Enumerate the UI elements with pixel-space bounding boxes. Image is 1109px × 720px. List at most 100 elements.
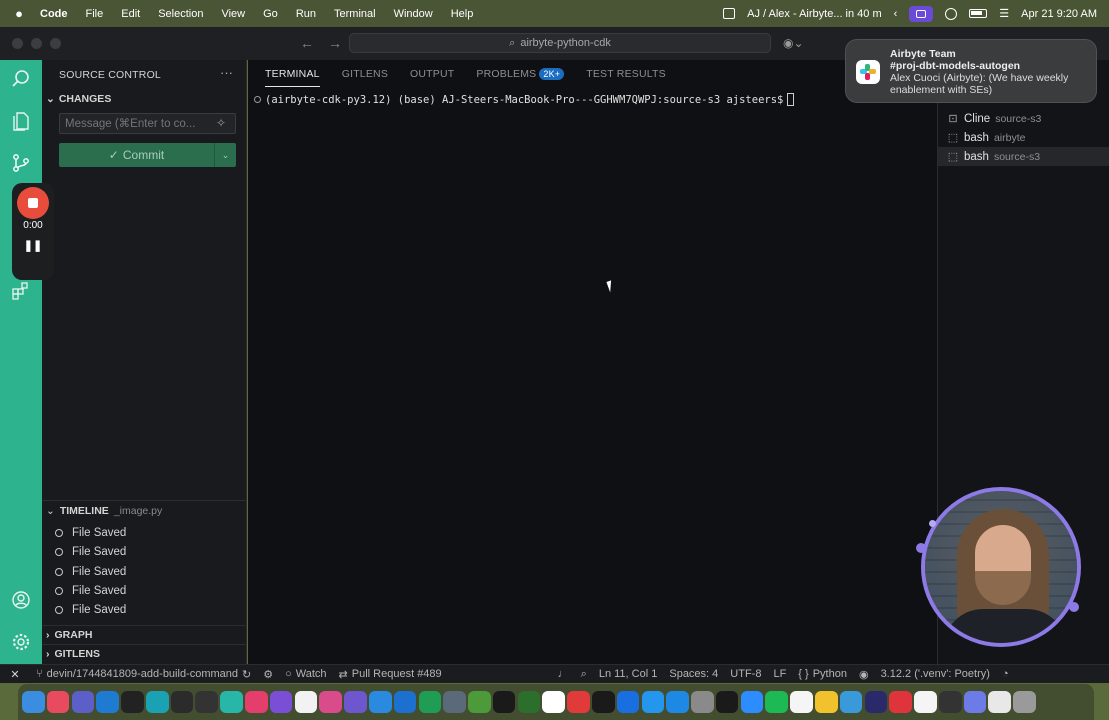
terminal-item-bash-airbyte[interactable]: ⬚ bash airbyte	[938, 128, 1109, 147]
zoom-window-button[interactable]	[50, 38, 61, 49]
dock-teams-icon[interactable]	[71, 690, 95, 714]
dock-console-icon[interactable]	[492, 690, 516, 714]
dock-calendar2-icon[interactable]	[790, 690, 813, 714]
branch-status[interactable]: ⑂ devin/1744841809-add-build-command ↻	[30, 668, 257, 681]
chevron-left-icon[interactable]: ‹	[894, 8, 898, 20]
slack-notification[interactable]: Airbyte Team #proj-dbt-models-autogen Al…	[845, 39, 1097, 103]
more-actions-icon[interactable]: ···	[220, 65, 233, 80]
apple-icon[interactable]: ●	[0, 6, 38, 21]
dock-github-icon[interactable]	[914, 690, 937, 714]
changes-section-header[interactable]: ⌄ CHANGES	[46, 93, 111, 105]
menu-run[interactable]: Run	[287, 8, 325, 20]
dock-terminal-alt-icon[interactable]	[170, 690, 194, 714]
menu-go[interactable]: Go	[254, 8, 287, 20]
settings-gear-icon[interactable]	[9, 630, 33, 654]
tab-test-results[interactable]: TEST RESULTS	[575, 60, 677, 88]
dock-chatgpt-icon[interactable]	[121, 690, 144, 714]
timeline-item[interactable]: File Saved	[55, 542, 126, 561]
menu-window[interactable]: Window	[385, 8, 442, 20]
sync-icon[interactable]: ↻	[242, 668, 251, 681]
dock-sheets-icon[interactable]	[418, 690, 442, 714]
github-actions-icon[interactable]: ⚙	[257, 668, 279, 681]
watch-status[interactable]: ○ Watch	[279, 668, 332, 680]
dock-arc-icon[interactable]	[220, 690, 243, 714]
dock-obs-icon[interactable]	[938, 690, 962, 714]
terminal-prompt-line[interactable]: (airbyte-cdk-py3.12) (base) AJ-Steers-Ma…	[254, 93, 795, 106]
screen-record-icon[interactable]	[909, 5, 934, 22]
calendar-event[interactable]: AJ / Alex - Airbyte... in 40 m	[747, 8, 882, 20]
webcam-resize-handle[interactable]	[929, 520, 936, 527]
python-interpreter[interactable]: 3.12.2 ('.venv': Poetry)	[875, 668, 996, 680]
dock-xcode-icon[interactable]	[368, 690, 392, 714]
stop-recording-button[interactable]	[17, 187, 49, 219]
dock-files-icon[interactable]	[839, 690, 863, 714]
line-ending[interactable]: LF	[767, 668, 792, 680]
timeline-item[interactable]: File Saved	[55, 581, 126, 600]
dock-zoom-icon[interactable]	[740, 690, 764, 714]
menu-file[interactable]: File	[77, 8, 113, 20]
copilot-status-icon[interactable]: ◉	[853, 668, 875, 681]
dock-obsidian-icon[interactable]	[269, 690, 293, 714]
dock-vim-icon[interactable]	[517, 690, 541, 714]
search-icon[interactable]	[9, 67, 33, 91]
commit-dropdown-icon[interactable]: ⌄	[214, 143, 236, 167]
dock-notion-icon[interactable]	[542, 690, 565, 714]
tab-problems[interactable]: PROBLEMS 2K+	[465, 60, 575, 88]
dock-screenshot-icon[interactable]	[963, 690, 987, 714]
menu-view[interactable]: View	[212, 8, 254, 20]
clock[interactable]: Apr 21 9:20 AM	[1021, 8, 1097, 20]
language-mode[interactable]: { } Python	[792, 668, 853, 680]
menu-terminal[interactable]: Terminal	[325, 8, 385, 20]
extensions-icon[interactable]	[9, 279, 33, 303]
pause-recording-button[interactable]: ❚❚	[12, 239, 54, 252]
battery-icon[interactable]	[969, 9, 988, 18]
dock-launchpad-icon[interactable]	[46, 690, 70, 714]
menu-selection[interactable]: Selection	[149, 8, 212, 20]
dock-minecraft-icon[interactable]	[468, 690, 491, 714]
microphone-icon[interactable]: ♩	[552, 668, 575, 680]
menu-app[interactable]: Code	[38, 8, 77, 20]
notifications-bell-icon[interactable]: ◔	[996, 668, 1015, 680]
timeline-section-header[interactable]: ⌄ TIMELINE _image.py	[42, 500, 247, 521]
terminal-item-cline[interactable]: ⊡ Cline source-s3	[938, 109, 1109, 128]
graph-section-header[interactable]: › GRAPH	[42, 625, 247, 644]
dock-calendar-icon[interactable]	[294, 690, 318, 714]
dock-screen-icon[interactable]	[443, 690, 466, 714]
dock-vscode-icon[interactable]	[96, 690, 119, 714]
focus-icon[interactable]	[945, 7, 958, 20]
tab-output[interactable]: OUTPUT	[399, 60, 465, 88]
stage-manager-icon[interactable]	[723, 8, 736, 19]
pull-request-status[interactable]: ⇄ Pull Request #489	[333, 668, 448, 681]
webcam-overlay[interactable]	[921, 487, 1081, 647]
timeline-item[interactable]: File Saved	[55, 562, 126, 581]
back-arrow-icon[interactable]: ←	[300, 35, 314, 51]
dock-cyberduck-icon[interactable]	[815, 690, 838, 714]
dock-todo-icon[interactable]	[889, 690, 912, 714]
gitlens-section-header[interactable]: › GITLENS	[42, 644, 247, 663]
source-control-icon[interactable]	[9, 151, 33, 175]
cursor-position[interactable]: Ln 11, Col 1	[593, 668, 664, 680]
dock-intellij-icon[interactable]	[245, 690, 268, 714]
webcam-resize-handle[interactable]	[916, 543, 926, 553]
terminal-item-bash-source-s3[interactable]: ⬚ bash source-s3	[938, 147, 1109, 166]
command-center[interactable]: ⌕ airbyte-python-cdk	[349, 33, 771, 53]
dock-1password-icon[interactable]	[616, 690, 640, 714]
dock-appstore-icon[interactable]	[666, 690, 689, 714]
timeline-item[interactable]: File Saved	[55, 523, 126, 542]
menu-help[interactable]: Help	[442, 8, 483, 20]
timeline-item[interactable]: File Saved	[55, 600, 126, 619]
dock-document-icon[interactable]	[988, 690, 1012, 714]
dock-pdf-icon[interactable]	[567, 690, 590, 714]
dock-ai-icon[interactable]	[864, 690, 888, 714]
dock-browser-icon[interactable]	[145, 690, 169, 714]
minimize-window-button[interactable]	[31, 38, 42, 49]
encoding[interactable]: UTF-8	[724, 668, 767, 680]
account-icon[interactable]	[9, 588, 33, 612]
tab-terminal[interactable]: TERMINAL	[248, 60, 331, 88]
commit-button[interactable]: ✓ Commit ⌄	[59, 143, 236, 167]
dock-settings-icon[interactable]	[691, 690, 714, 714]
dock-terminal-icon[interactable]	[195, 690, 219, 714]
explorer-icon[interactable]	[9, 109, 33, 133]
commit-message-input[interactable]	[59, 113, 236, 134]
dock-trash-icon[interactable]	[1013, 690, 1036, 714]
